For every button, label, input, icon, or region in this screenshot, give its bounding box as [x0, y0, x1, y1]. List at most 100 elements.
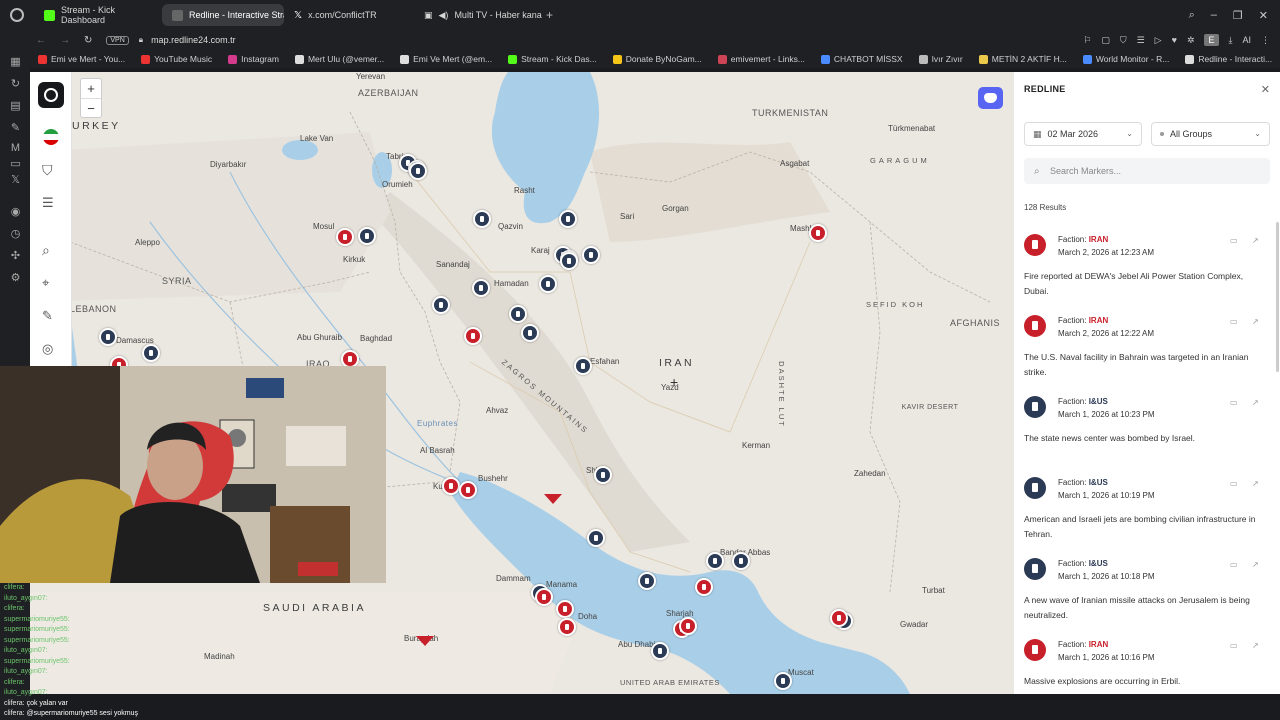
event-item[interactable]: Faction: IRAN March 1, 2026 at 10:16 PM ▭ ↗… — [1014, 627, 1280, 694]
sidebar-notes-icon[interactable]: ✎ — [9, 122, 22, 135]
event-marker[interactable] — [574, 357, 592, 375]
strike-marker[interactable] — [544, 494, 562, 504]
discord-button[interactable] — [978, 87, 1003, 109]
tab-x-conflicttr[interactable]: 𝕏 x.com/ConflictTR — [284, 4, 414, 26]
search-markers-input[interactable] — [1024, 158, 1270, 184]
event-item[interactable]: Faction: I&US March 1, 2026 at 10:23 PM ▭ ↗… — [1014, 384, 1280, 466]
bookmark-item[interactable]: METİN 2 AKTİF H... — [971, 54, 1075, 64]
download-icon[interactable]: ⤓ — [1229, 35, 1233, 46]
event-marker[interactable] — [560, 252, 578, 270]
event-marker[interactable] — [539, 275, 557, 293]
video-icon[interactable]: ▭ — [1230, 560, 1238, 569]
video-icon[interactable]: ▭ — [1230, 479, 1238, 488]
bookmark-item[interactable]: Redline - Interacti... — [1177, 54, 1280, 64]
screenshot-icon[interactable]: ▢ — [1101, 35, 1110, 46]
close-panel-icon[interactable]: ✕ — [1261, 83, 1270, 96]
event-marker[interactable] — [582, 246, 600, 264]
bookmark-icon[interactable]: ⚐ — [1083, 35, 1091, 46]
bookmark-item[interactable]: Stream - Kick Das... — [500, 54, 605, 64]
event-marker[interactable] — [559, 210, 577, 228]
list-scrollbar[interactable] — [1276, 222, 1279, 372]
sidebar-settings-icon[interactable]: ⚙ — [9, 272, 22, 285]
reader-icon[interactable]: ☰ — [1137, 35, 1145, 46]
bookmark-item[interactable]: YouTube Music — [133, 54, 220, 64]
sidebar-history-icon[interactable]: ↻ — [9, 78, 22, 91]
sidebar-clock-icon[interactable]: ◷ — [9, 228, 22, 241]
event-marker[interactable] — [358, 227, 376, 245]
event-marker[interactable] — [556, 600, 574, 618]
bookmark-item[interactable]: emivemert - Links... — [710, 54, 813, 64]
external-link-icon[interactable]: ↗ — [1252, 236, 1259, 245]
event-marker[interactable] — [706, 552, 724, 570]
bookmark-item[interactable]: Emi ve Mert - You... — [30, 54, 133, 64]
date-picker[interactable]: ▦ 02 Mar 2026 ⌄ — [1024, 122, 1142, 146]
strike-marker[interactable] — [416, 636, 434, 646]
sidebar-record-icon[interactable]: ◉ — [9, 206, 22, 219]
new-tab-button[interactable]: + — [546, 8, 553, 22]
group-select[interactable]: All Groups ⌄ — [1151, 122, 1270, 146]
event-marker[interactable] — [651, 642, 669, 660]
sidebar-puzzle-icon[interactable]: ✣ — [9, 250, 22, 263]
close-window-icon[interactable]: ✕ — [1259, 9, 1268, 22]
url-field[interactable]: map.redline24.com.tr — [151, 35, 236, 45]
sidebar-panel-icon[interactable]: ▭ — [9, 158, 22, 171]
event-marker[interactable] — [464, 327, 482, 345]
tab-kick-dashboard[interactable]: Stream - Kick Dashboard — [34, 4, 162, 26]
reload-icon[interactable]: ↻ — [84, 35, 92, 46]
restore-icon[interactable]: ❐ — [1233, 9, 1243, 22]
event-marker[interactable] — [509, 305, 527, 323]
sidebar-mail-icon[interactable]: M — [9, 142, 22, 155]
target-icon[interactable]: ◎ — [42, 341, 60, 359]
event-marker[interactable] — [432, 296, 450, 314]
event-marker[interactable] — [774, 672, 792, 690]
zoom-in-button[interactable]: + — [81, 79, 101, 99]
external-link-icon[interactable]: ↗ — [1252, 479, 1259, 488]
event-marker[interactable] — [732, 552, 750, 570]
event-item[interactable]: Faction: I&US March 1, 2026 at 10:19 PM ▭ ↗… — [1014, 465, 1280, 547]
event-marker[interactable] — [336, 228, 354, 246]
event-marker[interactable] — [535, 588, 553, 606]
external-link-icon[interactable]: ↗ — [1252, 641, 1259, 650]
extensions-icon[interactable]: ✲ — [1187, 35, 1195, 46]
tab-redline[interactable]: Redline - Interactive Strat — [162, 4, 284, 26]
external-link-icon[interactable]: ↗ — [1252, 317, 1259, 326]
event-marker[interactable] — [442, 477, 460, 495]
filter-sliders-icon[interactable]: ☰ — [42, 195, 60, 213]
vpn-badge[interactable]: VPN — [106, 35, 129, 45]
bookmark-item[interactable]: Donate ByNoGam... — [605, 54, 710, 64]
sidebar-x-icon[interactable]: 𝕏 — [9, 174, 22, 187]
iran-flag-icon[interactable] — [43, 129, 59, 145]
event-marker[interactable] — [638, 572, 656, 590]
shield-tool-icon[interactable]: ⛉ — [42, 162, 60, 180]
event-marker[interactable] — [472, 279, 490, 297]
sidebar-tabs-icon[interactable]: ▦ — [9, 56, 22, 69]
event-item[interactable]: Faction: I&US March 1, 2026 at 10:18 PM ▭ ↗… — [1014, 546, 1280, 628]
event-marker[interactable] — [473, 210, 491, 228]
bookmark-item[interactable]: Ivır Zıvır — [911, 54, 971, 64]
bookmark-item[interactable]: Mert Ulu (@vemer... — [287, 54, 392, 64]
bookmark-item[interactable]: Instagram — [220, 54, 287, 64]
video-icon[interactable]: ▭ — [1230, 641, 1238, 650]
event-marker[interactable] — [809, 224, 827, 242]
forward-icon[interactable]: → — [60, 35, 70, 46]
event-item[interactable]: Faction: IRAN March 2, 2026 at 12:22 AM ▭ ↗… — [1014, 303, 1280, 385]
external-link-icon[interactable]: ↗ — [1252, 560, 1259, 569]
video-icon[interactable]: ▭ — [1230, 398, 1238, 407]
location-pin-icon[interactable]: ⌖ — [42, 275, 60, 293]
minimize-icon[interactable]: – — [1211, 9, 1217, 22]
zoom-out-button[interactable]: − — [81, 99, 101, 118]
event-marker[interactable] — [830, 609, 848, 627]
event-marker[interactable] — [679, 617, 697, 635]
video-icon[interactable]: ▭ — [1230, 236, 1238, 245]
play-icon[interactable]: ▷ — [1155, 35, 1162, 46]
event-marker[interactable] — [521, 324, 539, 342]
more-menu-icon[interactable]: ⋮ — [1261, 35, 1270, 46]
ruler-icon[interactable]: ✎ — [42, 308, 60, 326]
event-marker[interactable] — [459, 481, 477, 499]
event-marker[interactable] — [594, 466, 612, 484]
browser-menu-icon[interactable] — [10, 8, 24, 22]
event-marker[interactable] — [409, 162, 427, 180]
event-marker[interactable] — [587, 529, 605, 547]
event-item[interactable]: Faction: IRAN March 2, 2026 at 12:23 AM ▭ ↗… — [1014, 222, 1280, 304]
external-link-icon[interactable]: ↗ — [1252, 398, 1259, 407]
